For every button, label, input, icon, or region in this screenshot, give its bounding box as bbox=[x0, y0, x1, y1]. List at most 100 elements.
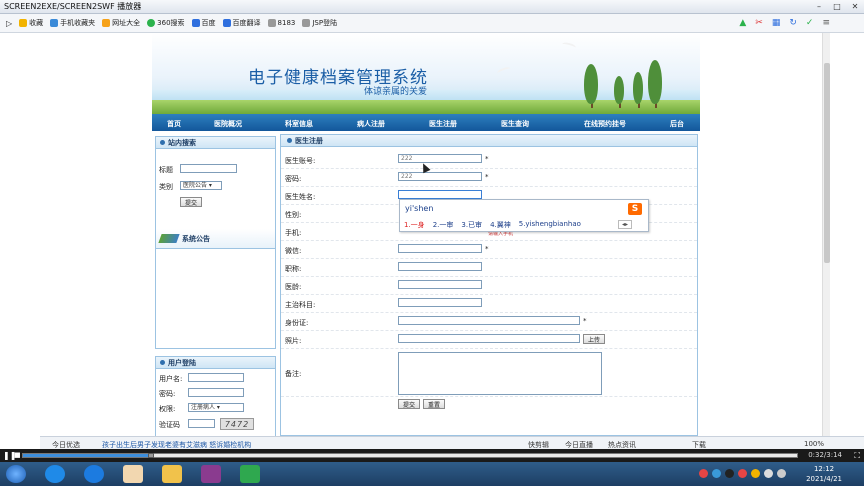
folder-taskbar-icon[interactable] bbox=[162, 465, 182, 483]
sogou-taskbar-icon[interactable] bbox=[45, 465, 65, 483]
tray-icon[interactable] bbox=[764, 469, 773, 478]
login-pwd-input[interactable] bbox=[188, 388, 244, 397]
years-input[interactable] bbox=[398, 280, 482, 289]
login-user-label: 用户名: bbox=[159, 375, 183, 383]
form-row-specialty: 主治科目: bbox=[281, 295, 697, 313]
player-taskbar-icon[interactable] bbox=[240, 465, 260, 483]
globe-icon bbox=[102, 19, 111, 27]
login-pwd-label: 密码: bbox=[159, 390, 176, 398]
tree-icon bbox=[648, 60, 662, 104]
nav-departments[interactable]: 科室信息 bbox=[285, 119, 313, 129]
player-progress-bar[interactable] bbox=[22, 453, 798, 458]
login-perm-label: 权限: bbox=[159, 405, 176, 413]
menu-icon[interactable]: ≡ bbox=[822, 18, 830, 28]
winrar-taskbar-icon[interactable] bbox=[201, 465, 221, 483]
fullscreen-icon[interactable]: ⛶ bbox=[854, 451, 860, 461]
password-input[interactable]: 222 bbox=[398, 172, 482, 181]
login-code-input[interactable] bbox=[188, 419, 215, 428]
phone-icon bbox=[50, 19, 59, 27]
close-button[interactable]: ✕ bbox=[846, 0, 864, 13]
kugou-taskbar-icon[interactable] bbox=[84, 465, 104, 483]
grid-icon[interactable]: ▦ bbox=[772, 18, 781, 28]
fav-item-collect[interactable]: 收藏 bbox=[19, 18, 43, 28]
nav-home[interactable]: 首页 bbox=[167, 119, 181, 129]
scissors-icon[interactable]: ✂ bbox=[755, 18, 763, 28]
form-submit-button[interactable]: 提交 bbox=[398, 399, 420, 409]
tray-icon[interactable] bbox=[751, 469, 760, 478]
photo-input[interactable] bbox=[398, 334, 580, 343]
form-row-account: 医生账号: 222 * bbox=[281, 151, 697, 169]
vertical-scrollbar[interactable] bbox=[822, 33, 830, 436]
player-progress-knob[interactable] bbox=[147, 453, 154, 458]
ime-next-page-icon[interactable]: ◂▸ bbox=[618, 220, 632, 229]
idcard-input[interactable] bbox=[398, 316, 580, 325]
system-tray bbox=[699, 469, 786, 478]
shield-icon[interactable]: ✓ bbox=[806, 18, 814, 28]
remark-textarea[interactable] bbox=[398, 352, 602, 395]
search-title-input[interactable] bbox=[180, 164, 237, 173]
player-controls: ❚❚ ■ 0:32/3:14 ⛶ bbox=[0, 449, 864, 462]
nav-patient-register[interactable]: 病人注册 bbox=[357, 119, 385, 129]
ime-candidate[interactable]: 2.一审 bbox=[433, 220, 454, 230]
search-submit-button[interactable]: 提交 bbox=[180, 197, 202, 207]
windows-taskbar: 12:12 2021/4/21 bbox=[0, 462, 864, 486]
fav-item-translate[interactable]: 百度翻译 bbox=[222, 18, 261, 28]
nav-appointment[interactable]: 在线预约挂号 bbox=[584, 119, 626, 129]
status-zoom[interactable]: 100% bbox=[804, 440, 824, 448]
login-user-input[interactable] bbox=[188, 373, 244, 382]
ime-candidate[interactable]: 3.已审 bbox=[461, 220, 482, 230]
account-input[interactable]: 222 bbox=[398, 154, 482, 163]
maximize-button[interactable]: □ bbox=[828, 0, 846, 13]
nav-doctor-register[interactable]: 医生注册 bbox=[429, 119, 457, 129]
fav-item-jsp[interactable]: JSP登陆 bbox=[302, 18, 337, 28]
tray-icon[interactable] bbox=[725, 469, 734, 478]
start-button-icon[interactable] bbox=[6, 465, 26, 483]
search-panel: 站内搜索 标题 类别 医院公告 ▾ 提交 bbox=[155, 136, 276, 240]
scrollbar-thumb[interactable] bbox=[824, 63, 830, 263]
stop-icon[interactable]: ■ bbox=[14, 451, 21, 459]
main-nav: 首页 医院概况 科室信息 病人注册 医生注册 医生查询 在线预约挂号 后台 bbox=[152, 114, 700, 131]
avatar-taskbar-icon[interactable] bbox=[123, 465, 143, 483]
specialty-input[interactable] bbox=[398, 298, 482, 307]
title-input[interactable] bbox=[398, 262, 482, 271]
captcha-image[interactable]: 7472 bbox=[220, 418, 254, 430]
form-reset-button[interactable]: 重置 bbox=[423, 399, 445, 409]
ime-candidate[interactable]: 5.yishengbianhao bbox=[519, 220, 581, 230]
tray-icon[interactable] bbox=[712, 469, 721, 478]
form-row-photo: 照片: 上传 bbox=[281, 331, 697, 349]
window-titlebar: SCREEN2EXE/SCREEN2SWF 播放器 – □ ✕ bbox=[0, 0, 864, 14]
fav-item-8183[interactable]: 8183 bbox=[267, 19, 295, 27]
fav-item-mobile[interactable]: 手机收藏夹 bbox=[50, 18, 95, 28]
login-panel-header: 用户登陆 bbox=[156, 357, 275, 369]
ime-candidate[interactable]: 4.翼神 bbox=[490, 220, 511, 230]
nav-doctor-search[interactable]: 医生查询 bbox=[501, 119, 529, 129]
upload-button[interactable]: 上传 bbox=[583, 334, 605, 344]
fav-item-baidu[interactable]: 百度 bbox=[191, 18, 216, 28]
player-time: 0:32/3:14 bbox=[808, 451, 842, 459]
page-icon bbox=[302, 19, 311, 27]
login-perm-select[interactable]: 注册病人 ▾ bbox=[188, 403, 244, 412]
form-title: 医生注册 bbox=[295, 136, 323, 145]
tray-icon[interactable] bbox=[738, 469, 747, 478]
search-category-select[interactable]: 医院公告 ▾ bbox=[180, 181, 222, 190]
minimize-button[interactable]: – bbox=[810, 0, 828, 13]
refresh-icon[interactable]: ↻ bbox=[789, 18, 797, 28]
nav-admin[interactable]: 后台 bbox=[670, 119, 684, 129]
taskbar-clock[interactable]: 12:12 2021/4/21 bbox=[806, 464, 842, 484]
wechat-input[interactable] bbox=[398, 244, 482, 253]
paw-icon bbox=[191, 19, 200, 27]
ime-candidate[interactable]: 1.一身 bbox=[404, 220, 425, 230]
name-input[interactable] bbox=[398, 190, 482, 199]
sidebar-toggle-icon[interactable]: ▷ bbox=[6, 19, 12, 28]
fav-item-360[interactable]: 360搜索 bbox=[147, 18, 185, 28]
nav-hospital[interactable]: 医院概况 bbox=[214, 119, 242, 129]
volume-icon[interactable] bbox=[777, 469, 786, 478]
tray-icon[interactable] bbox=[699, 469, 708, 478]
search-panel-header: 站内搜索 bbox=[156, 137, 275, 149]
chart-icon[interactable]: ▲ bbox=[739, 18, 746, 28]
site-banner: 电子健康档案管理系统 体谅亲属的关爱 bbox=[152, 33, 700, 114]
tree-icon bbox=[584, 64, 598, 104]
star-icon bbox=[19, 19, 28, 27]
login-code-label: 验证码 bbox=[159, 421, 180, 429]
fav-item-sites[interactable]: 网址大全 bbox=[102, 18, 140, 28]
